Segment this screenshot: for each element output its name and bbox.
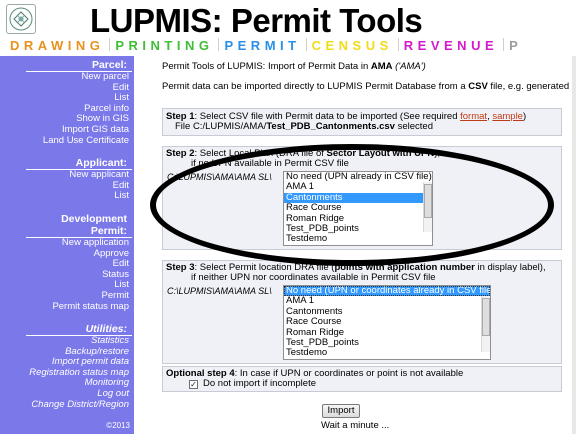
page-scrollbar[interactable] [572, 56, 576, 434]
app-title: LUPMIS: Permit Tools [90, 2, 423, 39]
format-link[interactable]: format [460, 111, 487, 122]
nav-separator [305, 38, 307, 51]
nav-separator [218, 38, 220, 51]
sidebar-item-land-use-certificate[interactable]: Land Use Certificate [0, 135, 134, 147]
step3-desc-end: in display label), [474, 262, 546, 273]
step1-close: ) [522, 111, 527, 122]
intro-text-csv: CSV [468, 81, 488, 92]
step3-panel: Step 3: Select Permit location DRA file … [162, 260, 562, 364]
tab-census[interactable]: CENSUS [312, 38, 393, 53]
checkbox-label: Do not import if incomplete [203, 378, 316, 389]
header: LUPMIS: Permit Tools DRAWING PRINTING PERM… [0, 0, 576, 58]
scrollbar-thumb[interactable] [482, 298, 490, 336]
copyright: ©2013 [106, 421, 130, 430]
import-button[interactable]: Import [322, 404, 360, 418]
tab-p[interactable]: P [509, 38, 522, 53]
listbox-scrollbar[interactable] [423, 182, 432, 232]
tab-printing[interactable]: PRINTING [115, 38, 213, 53]
top-nav: DRAWING PRINTING PERMIT CENSUS REVENUE P [0, 38, 576, 54]
listbox-option[interactable]: Race Course [284, 202, 432, 213]
nav-separator [397, 38, 399, 51]
step2-panel: Step 2: Select Local Plan (DRA file of S… [162, 146, 562, 250]
step2-desc-end: ), [434, 148, 441, 159]
intro-text-pre: Permit data can be imported directly to … [162, 81, 469, 92]
sample-link[interactable]: sample [492, 111, 523, 122]
listbox-option[interactable]: Race Course [284, 316, 490, 327]
sidebar-item-change-district-region[interactable]: Change District/Region [0, 399, 134, 411]
listbox-option-selected[interactable]: No need (UPN or coordinates already in C… [284, 286, 490, 297]
step1-file-name: Test_PDB_Cantonments.csv [266, 121, 395, 132]
permit-location-listbox[interactable]: No need (UPN or coordinates already in C… [283, 285, 491, 360]
step2-path: C:\LUPMIS\AMA\AMA SL\ [167, 172, 272, 182]
listbox-scrollbar[interactable] [481, 296, 490, 352]
page-title-ama: AMA [370, 61, 393, 72]
local-plan-listbox[interactable]: No need (UPN already in CSV file) AMA 1 … [283, 171, 433, 246]
sidebar-heading-development-permit: Development Permit: [26, 213, 132, 238]
nav-separator [109, 38, 111, 51]
sidebar-item-permit-status-map[interactable]: Permit status map [0, 301, 134, 313]
tab-revenue[interactable]: REVENUE [404, 38, 498, 53]
intro-text: Permit data can be imported directly to … [162, 81, 576, 92]
page-title-text: Permit Tools of LUPMIS: Import of Permit… [162, 61, 371, 72]
tab-permit[interactable]: PERMIT [224, 38, 300, 53]
listbox-option[interactable]: Testdemo [284, 233, 432, 244]
step1-file: File C:/LUPMIS/AMA/Test_PDB_Cantonments.… [175, 121, 433, 133]
listbox-option[interactable]: Testdemo [284, 347, 490, 358]
sidebar-item-applicant-list[interactable]: List [0, 191, 134, 202]
page-title-suffix: ('AMA') [392, 61, 426, 72]
sidebar: Parcel: New parcel Edit List Parcel info… [0, 56, 134, 434]
step1-file-path: File C:/LUPMIS/AMA/ [175, 121, 267, 132]
sidebar-item-import-gis-data[interactable]: Import GIS data [0, 124, 134, 136]
lupmis-logo-icon[interactable] [6, 4, 36, 34]
incomplete-checkbox[interactable]: ✓ [189, 380, 198, 389]
step2-line2: if no UPN available in Permit CSV file [191, 158, 349, 169]
wait-text: Wait a minute ... [321, 420, 390, 431]
nav-separator [503, 38, 505, 51]
sidebar-item-new-application[interactable]: New application [0, 237, 134, 249]
scrollbar-thumb[interactable] [424, 184, 432, 218]
page-title: Permit Tools of LUPMIS: Import of Permit… [162, 61, 426, 72]
step1-panel: Step 1: Select CSV file with Permit data… [162, 108, 562, 136]
step4-panel: Optional step 4: In case if UPN or coord… [162, 366, 562, 392]
step3-path: C:\LUPMIS\AMA\AMA SL\ [167, 286, 272, 296]
sidebar-item-new-parcel[interactable]: New parcel [0, 71, 134, 83]
step3-line2: if neither UPN nor coordinates available… [191, 272, 436, 283]
sidebar-item-permit[interactable]: Permit [0, 290, 134, 302]
intro-text-post: file, e.g. generated in L [490, 81, 576, 92]
main-content: Permit Tools of LUPMIS: Import of Permit… [134, 56, 576, 434]
step1-file-status: selected [394, 121, 433, 132]
tab-drawing[interactable]: DRAWING [10, 38, 104, 53]
